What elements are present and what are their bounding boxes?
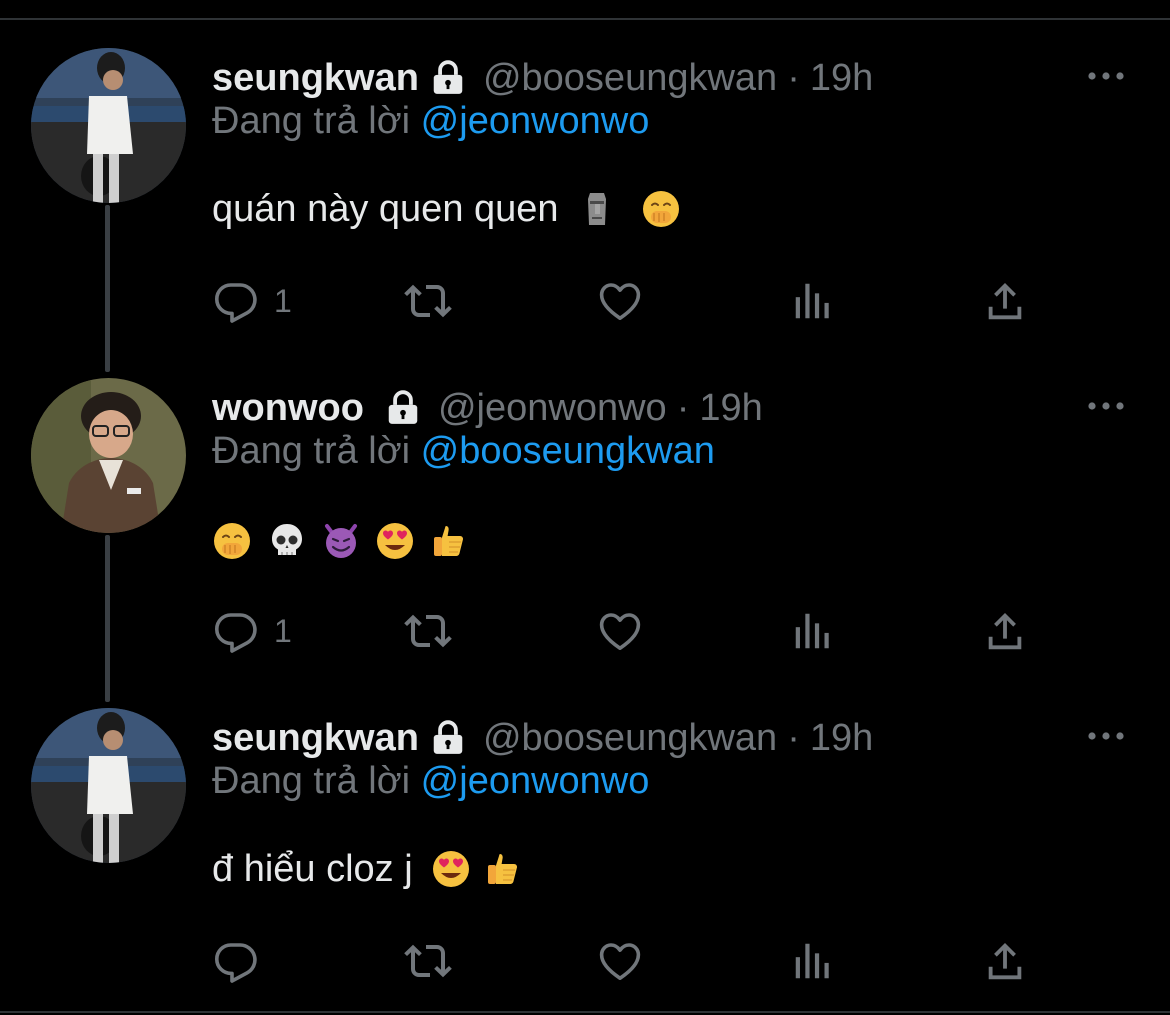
tweet-text: đ hiểu cloz j	[212, 844, 523, 894]
thumbs-up-emoji	[483, 849, 523, 889]
replying-to-label: Đang trả lời	[212, 760, 411, 802]
display-name[interactable]: wonwoo	[212, 387, 364, 430]
more-options-icon[interactable]	[1086, 724, 1126, 748]
tweet-2[interactable]: wonwoo @jeonwonwo · 19h Đang trả lời @bo…	[0, 378, 1170, 668]
avatar-seungkwan-beach[interactable]	[31, 48, 186, 203]
skull-emoji	[267, 521, 307, 561]
timestamp[interactable]: 19h	[810, 57, 873, 100]
timestamp[interactable]: 19h	[810, 717, 873, 760]
retweet-icon	[400, 607, 456, 655]
like-button[interactable]	[596, 936, 644, 986]
views-button[interactable]	[790, 606, 836, 656]
like-icon	[596, 607, 644, 655]
replying-to-handle[interactable]: @jeonwonwo	[421, 100, 650, 142]
tweet-actions: 1	[212, 606, 1042, 656]
tweet-actions: 1	[212, 276, 1042, 326]
heart-eyes-emoji	[431, 849, 471, 889]
reply-icon	[212, 937, 260, 985]
share-button[interactable]	[982, 276, 1028, 326]
separator-dot: ·	[787, 56, 800, 99]
more-options-icon[interactable]	[1086, 64, 1126, 88]
views-icon	[790, 278, 836, 324]
views-icon	[790, 608, 836, 654]
views-button[interactable]	[790, 936, 836, 986]
tweet-text	[212, 516, 469, 566]
replying-to-label: Đang trả lời	[212, 430, 411, 472]
bottom-divider	[0, 1011, 1170, 1013]
display-name[interactable]: seungkwan	[212, 717, 419, 760]
tweet-header: seungkwan @booseungkwan · 19h	[212, 708, 873, 768]
retweet-button[interactable]	[400, 936, 456, 986]
tweet-header: seungkwan @booseungkwan · 19h	[212, 48, 873, 108]
tweet-actions	[212, 936, 1042, 986]
share-icon	[982, 278, 1028, 324]
timestamp[interactable]: 19h	[699, 387, 762, 430]
replying-to: Đang trả lời @booseungkwan	[212, 430, 715, 473]
replying-to: Đang trả lời @jeonwonwo	[212, 760, 649, 803]
user-handle[interactable]: @booseungkwan	[483, 57, 777, 100]
lock-icon	[384, 389, 422, 427]
share-icon	[982, 608, 1028, 654]
top-divider	[0, 18, 1170, 20]
views-icon	[790, 938, 836, 984]
moai-emoji	[577, 189, 617, 229]
retweet-button[interactable]	[400, 276, 456, 326]
heart-eyes-emoji	[375, 521, 415, 561]
tweet-text: quán này quen quen	[212, 184, 681, 234]
reply-count: 1	[274, 282, 292, 319]
lock-icon	[429, 719, 467, 757]
replying-to-handle[interactable]: @jeonwonwo	[421, 760, 650, 802]
like-icon	[596, 277, 644, 325]
avatar-wonwoo-glasses[interactable]	[31, 378, 186, 533]
tweet-1[interactable]: seungkwan @booseungkwan · 19h Đang trả l…	[0, 48, 1170, 338]
retweet-button[interactable]	[400, 606, 456, 656]
tweet-3[interactable]: seungkwan @booseungkwan · 19h Đang trả l…	[0, 708, 1170, 998]
retweet-icon	[400, 937, 456, 985]
display-name[interactable]: seungkwan	[212, 57, 419, 100]
views-button[interactable]	[790, 276, 836, 326]
share-button[interactable]	[982, 606, 1028, 656]
reply-button[interactable]: 1	[212, 606, 292, 656]
replying-to: Đang trả lời @jeonwonwo	[212, 100, 649, 143]
face-with-hand-over-mouth-emoji	[641, 189, 681, 229]
lock-icon	[429, 59, 467, 97]
reply-count: 1	[274, 612, 292, 649]
replying-to-handle[interactable]: @booseungkwan	[421, 430, 715, 472]
more-options-icon[interactable]	[1086, 394, 1126, 418]
share-button[interactable]	[982, 936, 1028, 986]
retweet-icon	[400, 277, 456, 325]
face-with-hand-over-mouth-emoji	[212, 521, 252, 561]
like-button[interactable]	[596, 276, 644, 326]
avatar-seungkwan-beach[interactable]	[31, 708, 186, 863]
tweet-thread: seungkwan @booseungkwan · 19h Đang trả l…	[0, 0, 1170, 1015]
reply-icon	[212, 277, 260, 325]
thumbs-up-emoji	[429, 521, 469, 561]
like-icon	[596, 937, 644, 985]
tweet-text-body: đ hiểu cloz j	[212, 847, 413, 890]
like-button[interactable]	[596, 606, 644, 656]
tweet-header: wonwoo @jeonwonwo · 19h	[212, 378, 763, 438]
replying-to-label: Đang trả lời	[212, 100, 411, 142]
reply-button[interactable]	[212, 936, 274, 986]
share-icon	[982, 938, 1028, 984]
separator-dot: ·	[787, 716, 800, 759]
reply-icon	[212, 607, 260, 655]
separator-dot: ·	[676, 386, 690, 429]
user-handle[interactable]: @booseungkwan	[483, 717, 777, 760]
smiling-devil-emoji	[321, 521, 361, 561]
user-handle[interactable]: @jeonwonwo	[438, 387, 667, 430]
tweet-text-body: quán này quen quen	[212, 187, 559, 230]
reply-button[interactable]: 1	[212, 276, 292, 326]
